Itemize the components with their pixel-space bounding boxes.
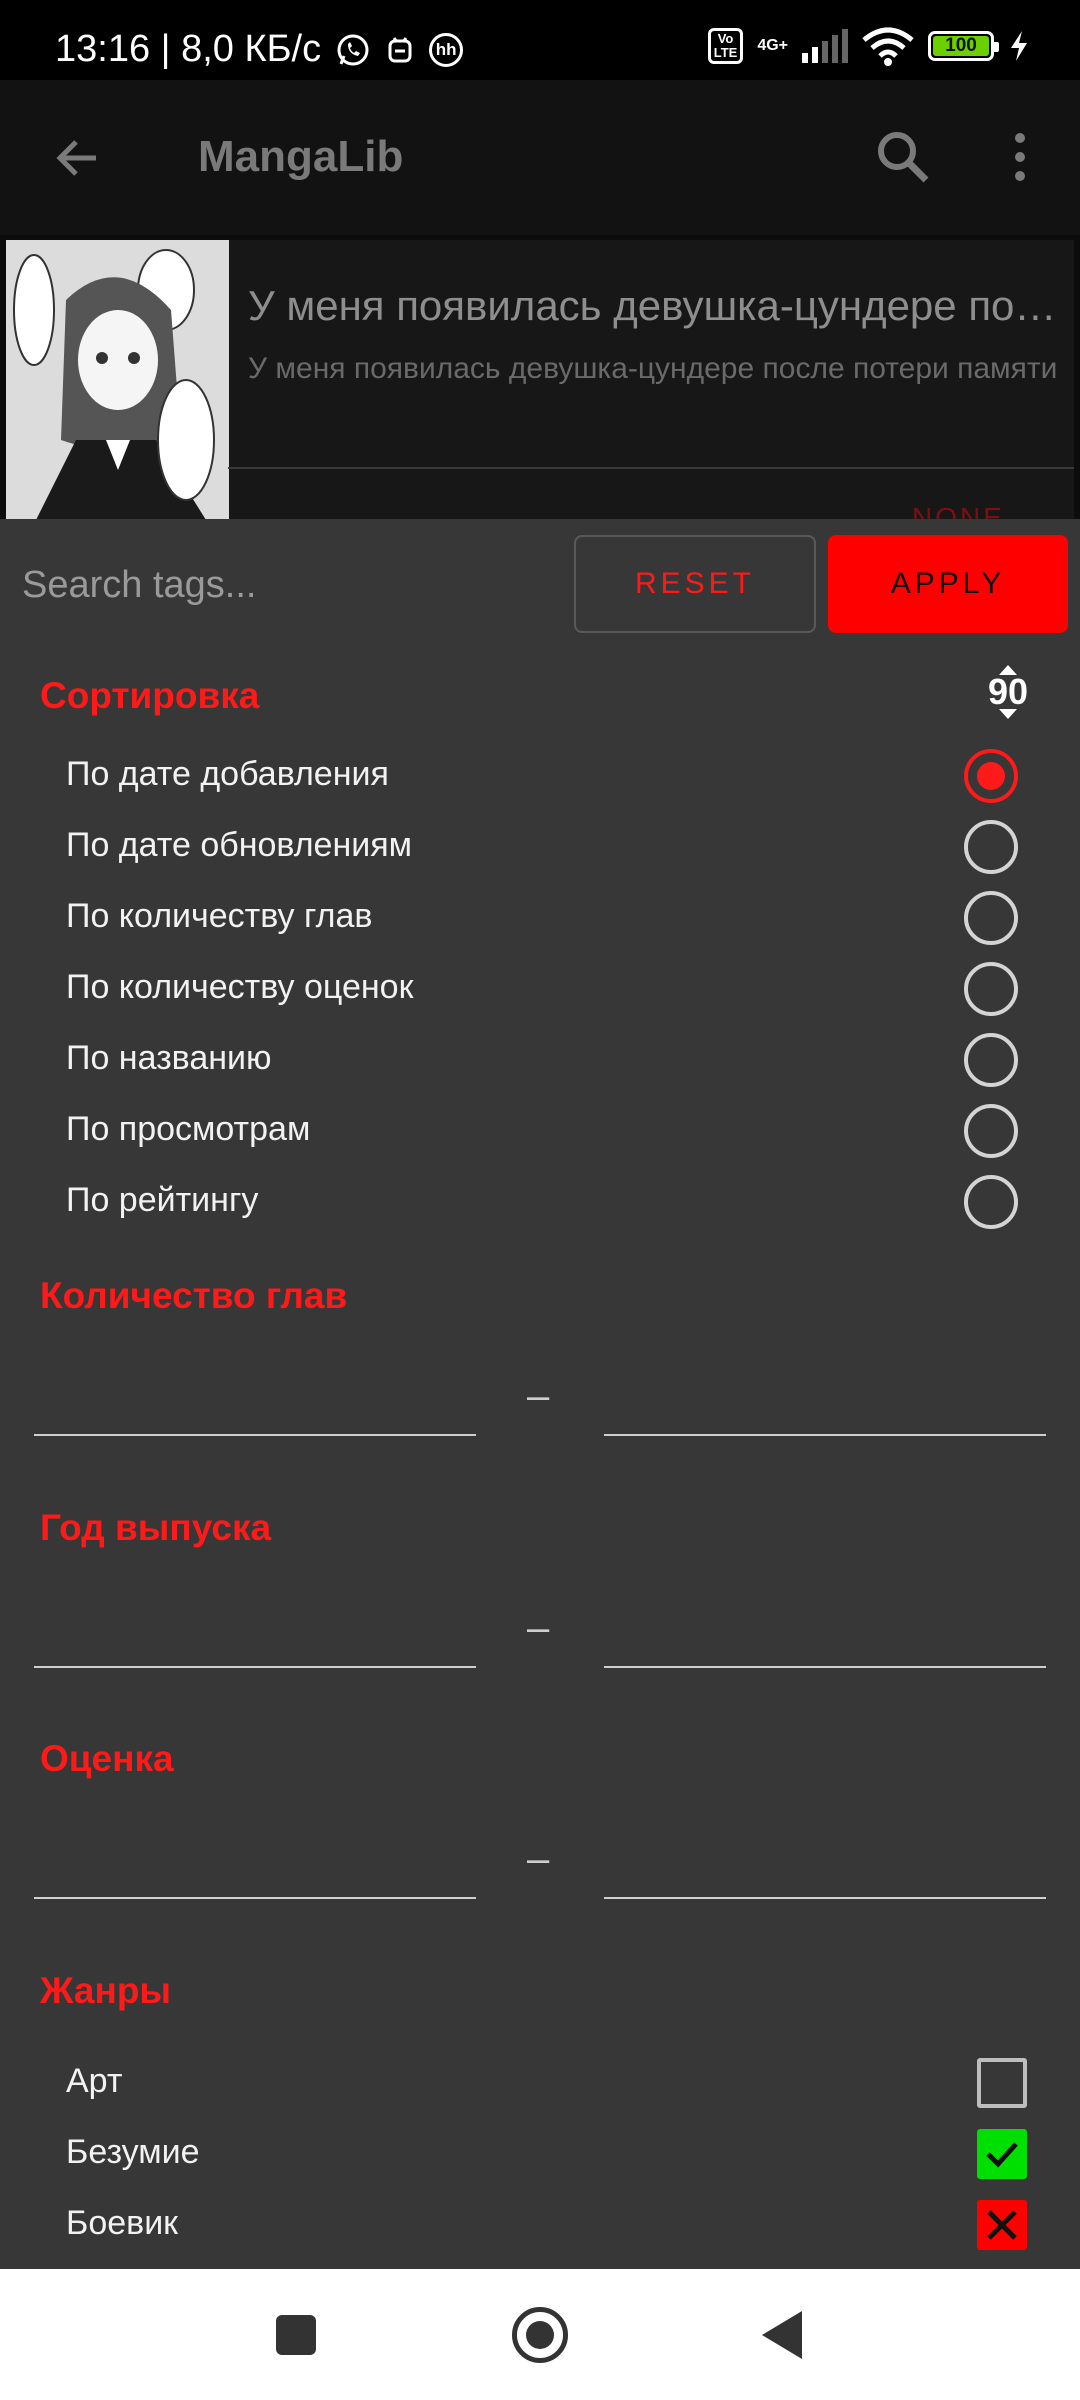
range-dash: – [527,1374,550,1418]
check-icon [986,2142,1018,2168]
year-range: – [0,1568,1080,1678]
sort-option[interactable]: По просмотрам [0,1096,1080,1166]
apply-button[interactable]: APPLY [828,535,1068,633]
sort-option-label: По дате добавления [66,755,389,793]
rating-to-input[interactable] [604,1819,1046,1899]
sort-option-label: По количеству оценок [66,968,414,1006]
back-arrow-icon[interactable] [48,128,108,188]
year-section-title: Год выпуска [40,1507,272,1548]
genre-checkbox[interactable] [977,2058,1027,2108]
divider [228,467,1074,469]
year-from-input[interactable] [34,1588,476,1668]
sort-option-label: По рейтингу [66,1181,259,1219]
signal-icon [802,29,848,63]
range-dash: – [527,1606,550,1650]
app-bar: MangaLib [0,80,1080,235]
year-to-input[interactable] [604,1588,1046,1668]
genre-label: Боевик [66,2204,179,2242]
search-icon[interactable] [870,124,936,190]
nav-back-icon[interactable] [762,2311,802,2359]
network-type: 4G+ [757,37,788,54]
genre-label: Арт [66,2062,123,2100]
range-dash: – [527,1837,550,1881]
more-options-icon[interactable] [990,124,1050,190]
sort-option[interactable]: По количеству оценок [0,954,1080,1024]
sort-direction-value: 90 [987,671,1029,712]
rating-from-input[interactable] [34,1819,476,1899]
sort-radio[interactable] [964,962,1018,1016]
whatsapp-icon [337,34,369,65]
search-tags-input[interactable] [0,537,560,633]
hh-icon: hh [429,32,464,67]
sort-radio[interactable] [964,1175,1018,1229]
sort-option-label: По количеству глав [66,897,373,935]
status-left: 13:16 | 8,0 КБ/с hh [55,28,464,71]
reset-button[interactable]: RESET [574,535,816,633]
manga-title: У меня появилась девушка-цундере после п… [248,282,1058,329]
sort-section-title: Сортировка [40,675,260,716]
genre-checkbox[interactable] [977,2129,1027,2179]
charging-icon [1011,31,1027,61]
genres-section-title: Жанры [40,1970,172,2011]
sort-radio[interactable] [964,820,1018,874]
home-icon[interactable] [512,2307,568,2363]
chapters-to-input[interactable] [604,1356,1046,1436]
sort-radio[interactable] [964,891,1018,945]
sort-direction-toggle[interactable]: 90 [980,665,1036,725]
status-right: Vo LTE 4G+ 100 [707,26,1030,66]
recents-icon[interactable] [276,2315,316,2355]
sort-option-label: По просмотрам [66,1110,311,1148]
sort-option[interactable]: По названию [0,1025,1080,1095]
sort-option-label: По названию [66,1039,272,1077]
sort-option[interactable]: По дате обновлениям [0,812,1080,882]
genre-item[interactable]: Арт [0,2048,1080,2118]
sort-option[interactable]: По дате добавления [0,741,1080,811]
rating-range: – [0,1799,1080,1909]
chapters-from-input[interactable] [34,1356,476,1436]
filter-sheet: RESET APPLY Сортировка 90 По дате добавл… [0,519,1080,2269]
genre-label: Безумие [66,2133,200,2171]
sort-radio[interactable] [964,749,1018,803]
genre-checkbox[interactable] [977,2200,1027,2250]
battery-icon: 100 [928,31,999,61]
chapters-range: – [0,1336,1080,1446]
battery-level: 100 [933,35,989,56]
robot-icon [388,36,412,62]
manga-subtitle: У меня появилась девушка-цундере после п… [248,352,1058,385]
manga-list: У меня появилась девушка-цундере после п… [0,235,1080,533]
sort-radio[interactable] [964,1104,1018,1158]
genre-item[interactable]: Безумие [0,2119,1080,2189]
rating-section-title: Оценка [40,1738,174,1779]
app-title: MangaLib [198,132,404,181]
cross-icon [987,2210,1017,2240]
genre-item[interactable]: Боевик [0,2190,1080,2260]
chapters-section-title: Количество глав [40,1275,348,1316]
manga-list-item[interactable]: У меня появилась девушка-цундере после п… [6,240,1074,533]
sort-option-label: По дате обновлениям [66,826,412,864]
sort-option[interactable]: По количеству глав [0,883,1080,953]
sort-radio[interactable] [964,1033,1018,1087]
system-nav-bar [0,2269,1080,2400]
status-time-speed: 13:16 | 8,0 КБ/с [55,28,322,70]
manga-cover-image [6,240,229,520]
volte-icon: Vo LTE [707,28,744,64]
sort-option[interactable]: По рейтингу [0,1167,1080,1237]
wifi-icon [862,27,914,66]
status-bar: 13:16 | 8,0 КБ/с hh Vo LTE 4G+ 100 [0,0,1080,80]
